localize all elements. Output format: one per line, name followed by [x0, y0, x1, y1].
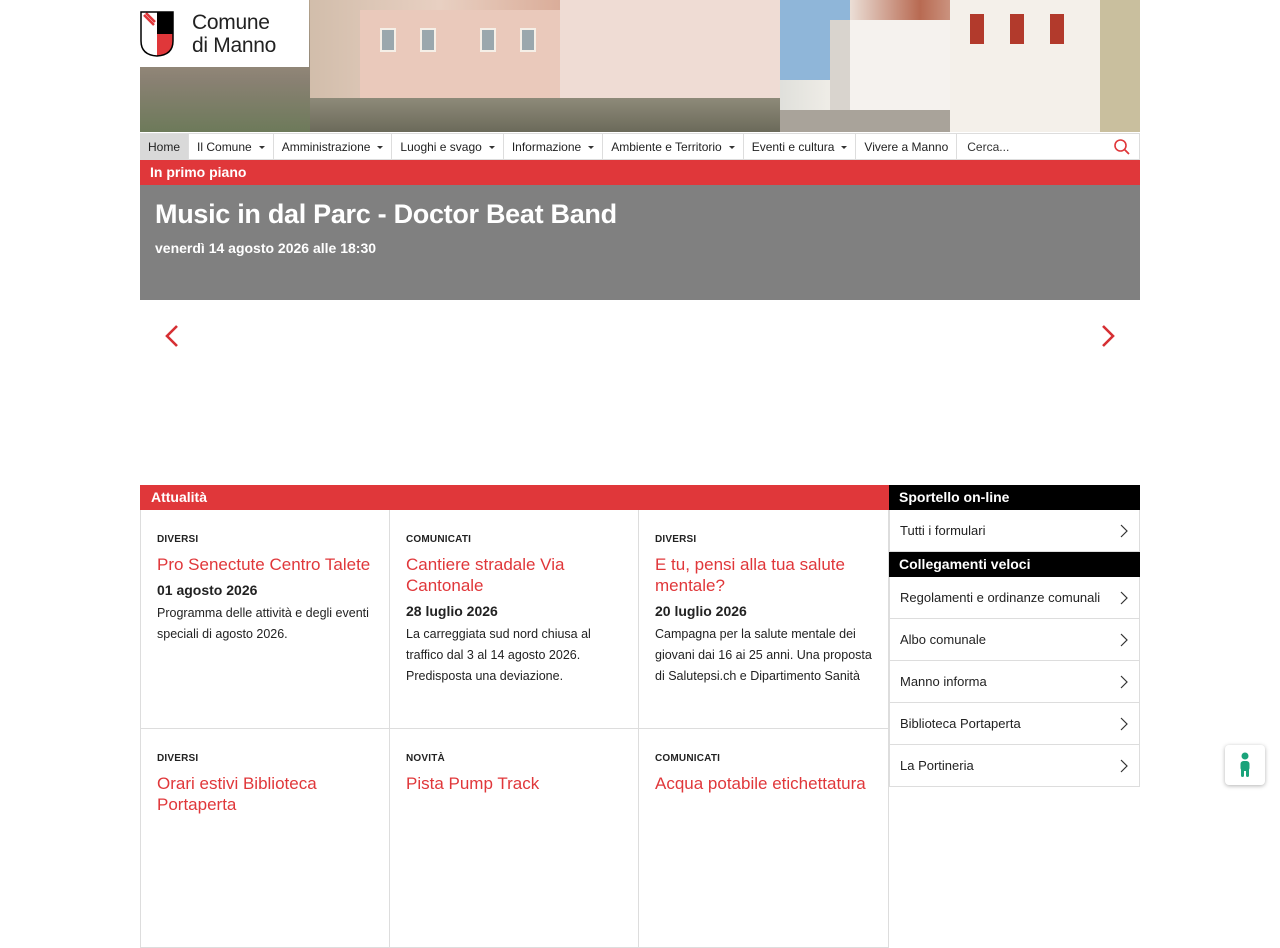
news-date: 28 luglio 2026 — [406, 603, 498, 619]
caret-down-icon — [728, 145, 735, 149]
nav-label: Informazione — [511, 140, 582, 154]
highlight-title[interactable]: Music in dal Parc - Doctor Beat Band — [155, 199, 1125, 230]
sidebar-link-label: Biblioteca Portaperta — [900, 716, 1021, 731]
sidebar-link-label: Tutti i formulari — [900, 523, 986, 538]
nav-item-luoghi-e-svago[interactable]: Luoghi e svago — [392, 134, 504, 160]
search-box — [957, 134, 1140, 159]
news-card[interactable]: DIVERSI Orari estivi Biblioteca Portaper… — [140, 729, 389, 948]
news-section-title: Attualità — [140, 485, 889, 510]
news-card[interactable]: COMUNICATI Acqua potabile etichettatura — [638, 729, 889, 948]
news-category: COMUNICATI — [406, 534, 472, 545]
news-category: DIVERSI — [157, 534, 199, 545]
main-nav: Home Il Comune Amministrazione Luoghi e … — [140, 133, 1140, 160]
news-desc: La carreggiata sud nord chiusa al traffi… — [406, 627, 591, 683]
caret-down-icon — [588, 145, 595, 149]
news-category: NOVITÀ — [406, 753, 445, 764]
nav-item-home[interactable]: Home — [140, 134, 190, 160]
news-title[interactable]: Cantiere stradale Via Cantonale — [406, 554, 622, 596]
chevron-right-icon — [1120, 524, 1128, 537]
news-desc: Programma delle attività e degli eventi … — [157, 606, 369, 641]
news-grid: DIVERSI Pro Senectute Centro Talete 01 a… — [140, 510, 889, 948]
nav-label: Ambiente e Territorio — [611, 140, 722, 154]
nav-label: Luoghi e svago — [400, 140, 482, 154]
nav-item-il-comune[interactable]: Il Comune — [189, 134, 274, 160]
news-title[interactable]: Acqua potabile etichettatura — [655, 773, 872, 794]
nav-label: Vivere a Manno — [864, 140, 949, 154]
news-category: COMUNICATI — [655, 753, 721, 764]
site-logo[interactable]: Comune di Manno — [140, 0, 309, 67]
nav-label: Home — [148, 140, 181, 154]
news-category: DIVERSI — [157, 753, 199, 764]
news-date: 01 agosto 2026 — [157, 582, 258, 598]
caret-down-icon — [488, 145, 495, 149]
sidebar-link-manno-informa[interactable]: Manno informa — [889, 661, 1140, 703]
caret-down-icon — [377, 145, 384, 149]
sidebar-link-label: Albo comunale — [900, 632, 986, 647]
sidebar-link-albo[interactable]: Albo comunale — [889, 619, 1140, 661]
sidebar-link-label: Regolamenti e ordinanze comunali — [900, 590, 1101, 605]
logo-line-1: Comune — [192, 10, 270, 34]
news-title[interactable]: Pista Pump Track — [406, 773, 622, 794]
highlight-slide[interactable]: Music in dal Parc - Doctor Beat Band ven… — [140, 185, 1140, 300]
nav-label: Il Comune — [197, 140, 252, 154]
sidebar-link-tutti-i-formulari[interactable]: Tutti i formulari — [889, 510, 1140, 552]
chevron-right-icon — [1120, 717, 1128, 730]
nav-item-eventi-e-cultura[interactable]: Eventi e cultura — [744, 134, 857, 160]
accessibility-icon — [1240, 752, 1250, 777]
news-card[interactable]: NOVITÀ Pista Pump Track — [389, 729, 638, 948]
news-card[interactable]: COMUNICATI Cantiere stradale Via Cantona… — [389, 510, 638, 729]
chevron-right-icon — [1120, 591, 1128, 604]
sportello-title: Sportello on-line — [889, 485, 1140, 510]
news-desc: Campagna per la salute mentale dei giova… — [655, 627, 872, 683]
highlight-label: In primo piano — [140, 160, 1140, 185]
logo-line-2: di Manno — [192, 33, 276, 57]
nav-item-informazione[interactable]: Informazione — [504, 134, 604, 160]
coat-of-arms-icon — [140, 10, 174, 57]
search-input[interactable] — [967, 139, 1108, 154]
sidebar-link-label: La Portineria — [900, 758, 974, 773]
caret-down-icon — [258, 145, 265, 149]
news-card[interactable]: DIVERSI Pro Senectute Centro Talete 01 a… — [140, 510, 389, 729]
quick-links-title: Collegamenti veloci — [889, 552, 1140, 577]
news-title[interactable]: Orari estivi Biblioteca Portaperta — [157, 773, 373, 815]
sidebar: Sportello on-line Tutti i formulari Coll… — [889, 485, 1140, 787]
caret-down-icon — [841, 145, 848, 149]
sidebar-link-regolamenti[interactable]: Regolamenti e ordinanze comunali — [889, 577, 1140, 619]
highlight-date: venerdì 14 agosto 2026 alle 18:30 — [155, 240, 377, 256]
sidebar-link-portineria[interactable]: La Portineria — [889, 745, 1140, 787]
carousel-next-icon[interactable] — [1096, 322, 1120, 350]
news-title[interactable]: E tu, pensi alla tua salute mentale? — [655, 554, 872, 596]
carousel-prev-icon[interactable] — [160, 322, 184, 350]
nav-item-amministrazione[interactable]: Amministrazione — [274, 134, 393, 160]
sidebar-link-biblioteca[interactable]: Biblioteca Portaperta — [889, 703, 1140, 745]
chevron-right-icon — [1120, 633, 1128, 646]
news-title[interactable]: Pro Senectute Centro Talete — [157, 554, 373, 575]
nav-item-vivere-a-manno[interactable]: Vivere a Manno — [856, 134, 958, 160]
nav-label: Eventi e cultura — [751, 140, 835, 154]
search-icon[interactable] — [1113, 138, 1131, 156]
accessibility-button[interactable] — [1225, 745, 1265, 785]
news-card[interactable]: DIVERSI E tu, pensi alla tua salute ment… — [638, 510, 889, 729]
sidebar-link-label: Manno informa — [900, 674, 987, 689]
chevron-right-icon — [1120, 675, 1128, 688]
news-date: 20 luglio 2026 — [655, 603, 747, 619]
nav-item-ambiente-e-territorio[interactable]: Ambiente e Territorio — [603, 134, 744, 160]
chevron-right-icon — [1120, 759, 1128, 772]
news-category: DIVERSI — [655, 534, 697, 545]
nav-label: Amministrazione — [281, 140, 371, 154]
